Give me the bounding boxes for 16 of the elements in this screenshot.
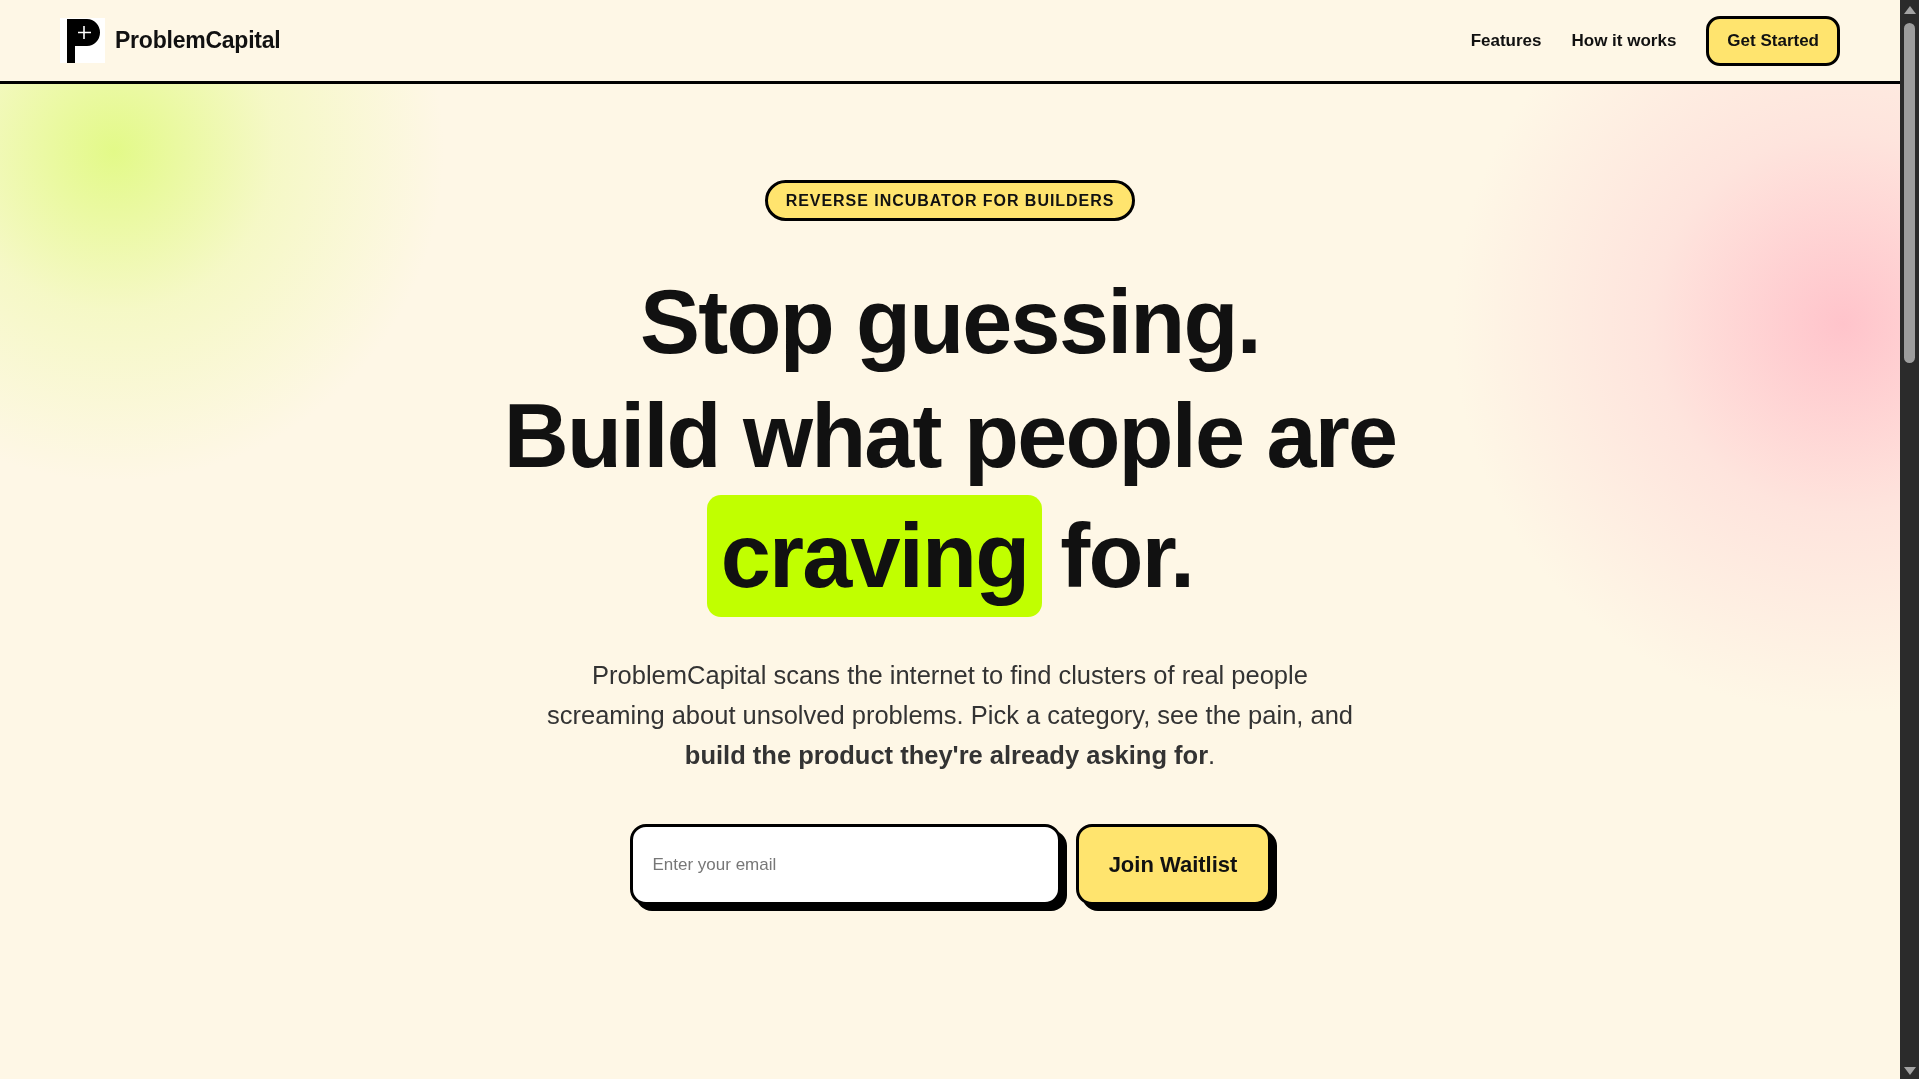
email-input-field[interactable]: Enter your email — [629, 824, 1061, 905]
highlighted-word: craving — [706, 495, 1043, 617]
headline-line: Stop guessing. — [640, 271, 1260, 374]
scrollbar[interactable] — [1900, 0, 1919, 1079]
hero-description: ProblemCapital scans the internet to find clusters of real people screaming about unsolved problems. Pick a category, see the pain, and build the product they're already asking for. — [545, 660, 1355, 771]
brand-name[interactable]: ProblemCapital — [115, 23, 281, 58]
headline-line: Build what people are — [503, 385, 1397, 488]
tagline-badge: REVERSE INCUBATOR FOR BUILDERS — [764, 180, 1136, 221]
scroll-up-arrow-icon[interactable] — [1903, 6, 1916, 14]
nav-link[interactable]: Features — [1470, 27, 1542, 54]
logo-icon — [60, 18, 105, 63]
nav-link[interactable]: How it works — [1571, 27, 1677, 54]
get-started-button[interactable]: Get Started — [1706, 15, 1840, 66]
scroll-down-arrow-icon[interactable] — [1903, 1067, 1916, 1075]
scrollbar-thumb[interactable] — [1904, 23, 1915, 363]
headline-line: for. — [1060, 505, 1194, 608]
